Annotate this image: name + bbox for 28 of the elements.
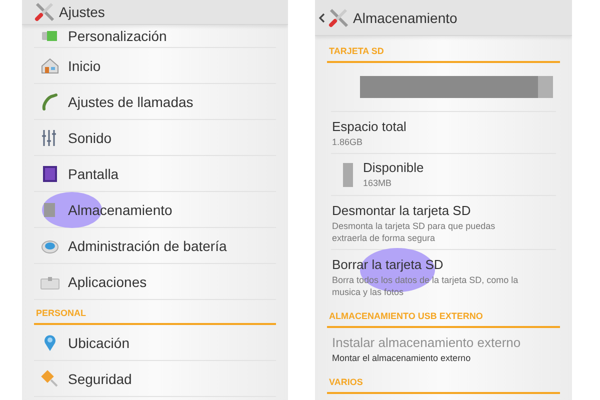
display-icon — [40, 164, 60, 184]
settings-item[interactable]: Aplicaciones — [34, 264, 276, 300]
settings-item[interactable]: Pantalla — [34, 156, 276, 192]
tools-icon — [328, 8, 350, 28]
section-header: VARIOS — [328, 377, 363, 389]
settings-item[interactable]: Seguridad — [34, 361, 276, 397]
settings-item[interactable]: Ajustes de llamadas — [34, 84, 276, 120]
key-icon — [40, 368, 60, 388]
settings-item[interactable]: Inicio — [34, 48, 276, 84]
section-header: PERSONAL — [35, 308, 86, 320]
legend-value: 163MB — [363, 177, 393, 189]
house-icon — [40, 56, 60, 76]
legend-label: Disponible — [363, 160, 424, 175]
settings-item[interactable]: Espacio total 1.86GB — [315, 112, 572, 153]
settings-item[interactable]: Ubicación — [34, 325, 276, 361]
settings-item[interactable]: Personalización — [34, 25, 276, 48]
settings-item[interactable]: Administración de batería — [34, 228, 276, 264]
settings-item[interactable]: Almacenamiento — [34, 192, 276, 228]
back-icon[interactable] — [319, 12, 325, 22]
legend-swatch — [343, 162, 353, 186]
screen-title: Ajustes — [59, 4, 105, 20]
settings-item: Instalar almacenamiento externo Montar el almacenamiento externo — [331, 334, 522, 365]
phone-handset-icon — [40, 92, 60, 112]
settings-item[interactable]: Desmontar la tarjeta SD Desmonta la tarjeta SD para que puedas extraerla de forma segura — [315, 196, 572, 249]
section-header: TARJETA SD — [328, 46, 384, 58]
screen-title: Almacenamiento — [353, 10, 458, 26]
settings-item[interactable]: Sonido — [34, 120, 276, 156]
section-header: ALMACENAMIENTO USB EXTERNO — [328, 311, 483, 323]
